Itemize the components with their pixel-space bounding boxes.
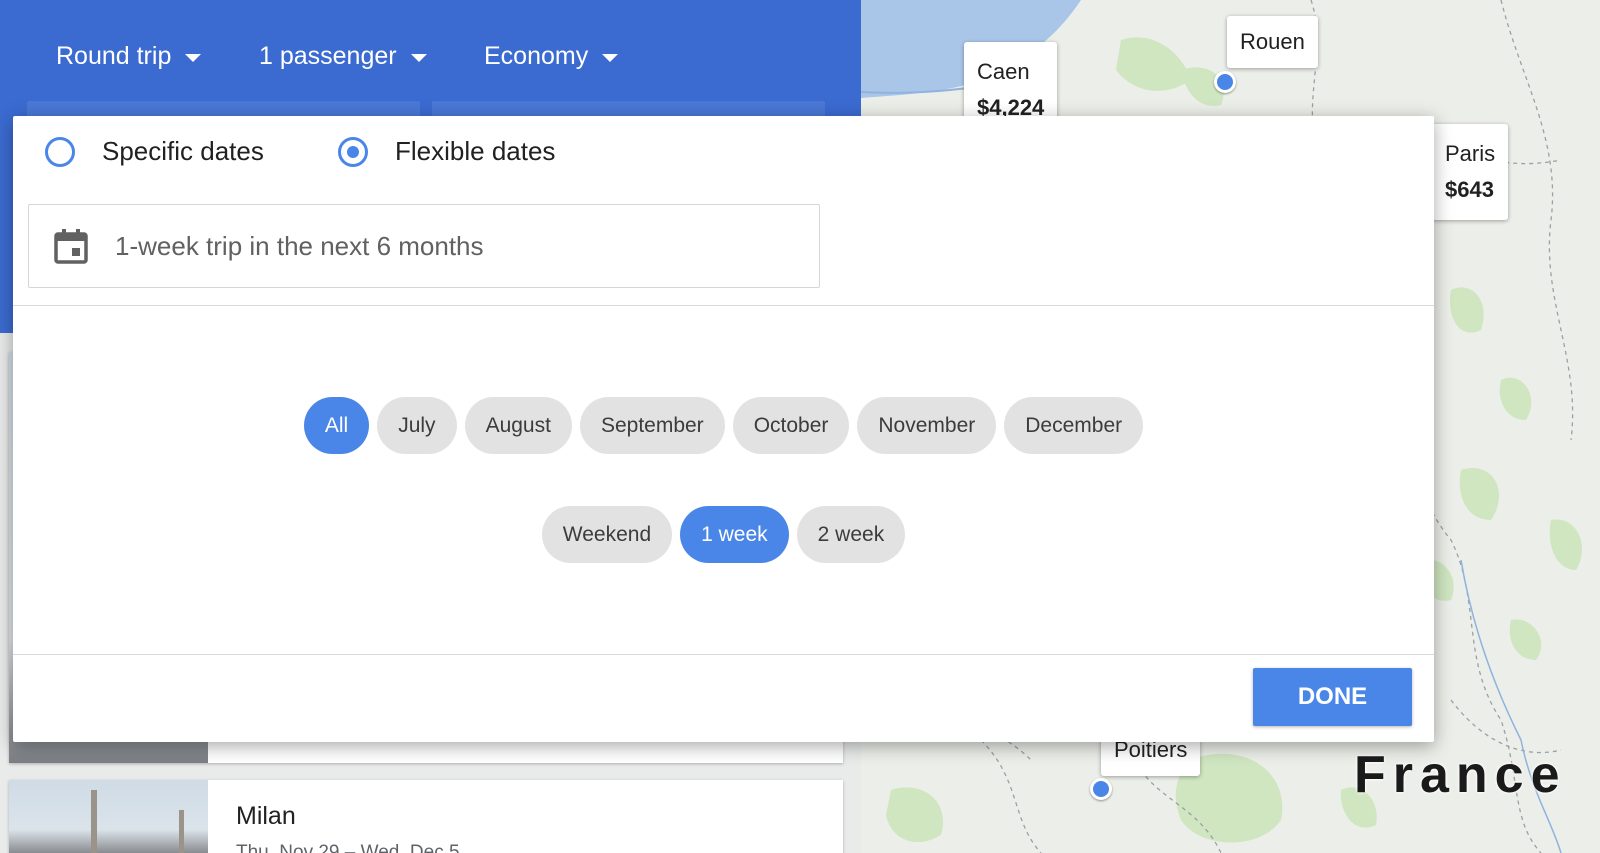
cabin-class-dropdown[interactable]: Economy [484,42,619,71]
map-city-name: Rouen [1240,29,1305,54]
cabin-class-label: Economy [484,42,589,70]
month-chip-november[interactable]: November [857,397,997,454]
date-summary-field[interactable]: 1-week trip in the next 6 months [28,204,820,288]
duration-chip-1-week[interactable]: 1 week [680,506,789,563]
map-price: $643 [1445,177,1494,202]
spire-decoration [179,810,184,853]
map-label-rouen[interactable]: Rouen [1227,16,1318,68]
passenger-label: 1 passenger [259,42,397,70]
map-city-name: Caen [977,59,1030,84]
month-chip-august[interactable]: August [464,397,572,454]
done-button[interactable]: DONE [1253,668,1412,726]
flexible-dates-label: Flexible dates [395,136,556,166]
map-pin-icon[interactable] [1214,71,1236,93]
calendar-icon [54,228,88,264]
map-city-name: Paris [1445,141,1496,166]
result-city-name: Milan [236,802,296,830]
date-picker-dialog: Specific dates Flexible dates 1-week tri… [13,116,1434,742]
chevron-down-icon [410,54,427,62]
specific-dates-option[interactable]: Specific dates [45,136,264,167]
month-chip-october[interactable]: October [732,397,850,454]
month-chip-july[interactable]: July [377,397,457,454]
divider [13,305,1434,306]
duration-chip-group: Weekend 1 week 2 week [13,506,1434,563]
month-chip-september[interactable]: September [579,397,725,454]
month-chip-group: All July August September October November Dec… [13,397,1434,454]
passenger-dropdown[interactable]: 1 passenger [259,42,427,71]
date-summary-text: 1-week trip in the next 6 months [115,230,484,261]
map-country-label: France [1354,746,1567,804]
destination-photo [9,780,208,853]
flexible-dates-radio[interactable] [338,136,368,167]
specific-dates-radio[interactable] [45,136,75,167]
month-chip-december[interactable]: December [1004,397,1144,454]
chevron-down-icon [602,54,619,62]
result-dates: Thu, Nov 29 – Wed, Dec 5 [236,842,460,853]
duration-chip-weekend[interactable]: Weekend [541,506,673,563]
spire-decoration [91,790,97,853]
specific-dates-label: Specific dates [102,136,264,166]
map-label-paris[interactable]: Paris $643 [1432,124,1509,220]
trip-type-dropdown[interactable]: Round trip [56,42,202,71]
trip-type-label: Round trip [56,42,172,70]
result-card-milan[interactable]: Milan Thu, Nov 29 – Wed, Dec 5 [9,780,843,853]
divider [13,654,1434,655]
duration-chip-2-week[interactable]: 2 week [796,506,906,563]
map-pin-icon[interactable] [1090,778,1112,800]
app-window: Round trip 1 passenger Economy Milan Thu… [0,0,1600,853]
flexible-dates-option[interactable]: Flexible dates [338,136,555,167]
chevron-down-icon [185,54,202,62]
month-chip-all[interactable]: All [303,397,370,454]
